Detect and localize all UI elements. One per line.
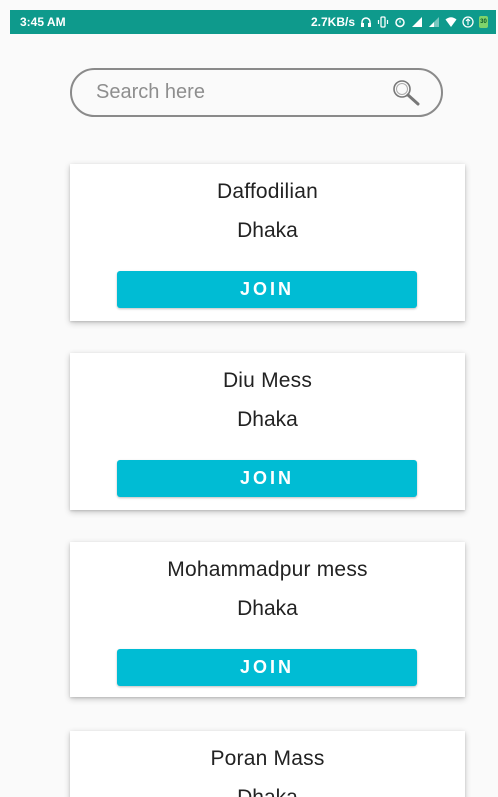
mess-city: Dhaka xyxy=(237,597,298,620)
mess-name: Poran Mass xyxy=(210,747,325,770)
mess-card: Daffodilian Dhaka JOIN xyxy=(70,164,465,321)
alarm-icon xyxy=(394,16,406,28)
mess-card: Diu Mess Dhaka JOIN xyxy=(70,353,465,510)
status-icons: 2.7KB/s 30 xyxy=(311,15,488,29)
search-input[interactable] xyxy=(96,81,391,104)
join-button[interactable]: JOIN xyxy=(117,649,417,686)
signal-weak-icon xyxy=(428,16,440,28)
status-time: 3:45 AM xyxy=(20,15,66,29)
search-icon[interactable] xyxy=(391,78,421,108)
mess-name: Daffodilian xyxy=(216,180,319,203)
mess-card: Poran Mass Dhaka xyxy=(70,731,465,797)
mess-name: Diu Mess xyxy=(222,369,313,392)
status-bar: 3:45 AM 2.7KB/s 30 xyxy=(10,10,496,34)
wifi-icon xyxy=(445,16,457,28)
signal-icon xyxy=(411,16,423,28)
headphones-icon xyxy=(360,16,372,28)
battery-icon: 30 xyxy=(479,16,488,28)
vibrate-icon xyxy=(377,16,389,28)
mess-card: Mohammadpur mess Dhaka JOIN xyxy=(70,542,465,697)
search-bar[interactable] xyxy=(70,68,443,117)
mess-city: Dhaka xyxy=(237,408,298,431)
network-speed: 2.7KB/s xyxy=(310,15,355,29)
mess-name: Mohammadpur mess xyxy=(167,558,368,581)
join-button[interactable]: JOIN xyxy=(117,460,417,497)
data-icon xyxy=(462,16,474,28)
app-screen: 3:45 AM 2.7KB/s 30 Search here Daffodili… xyxy=(0,0,498,797)
mess-city: Dhaka xyxy=(70,786,465,797)
mess-city: Dhaka xyxy=(237,219,298,242)
join-button[interactable]: JOIN xyxy=(117,271,417,308)
